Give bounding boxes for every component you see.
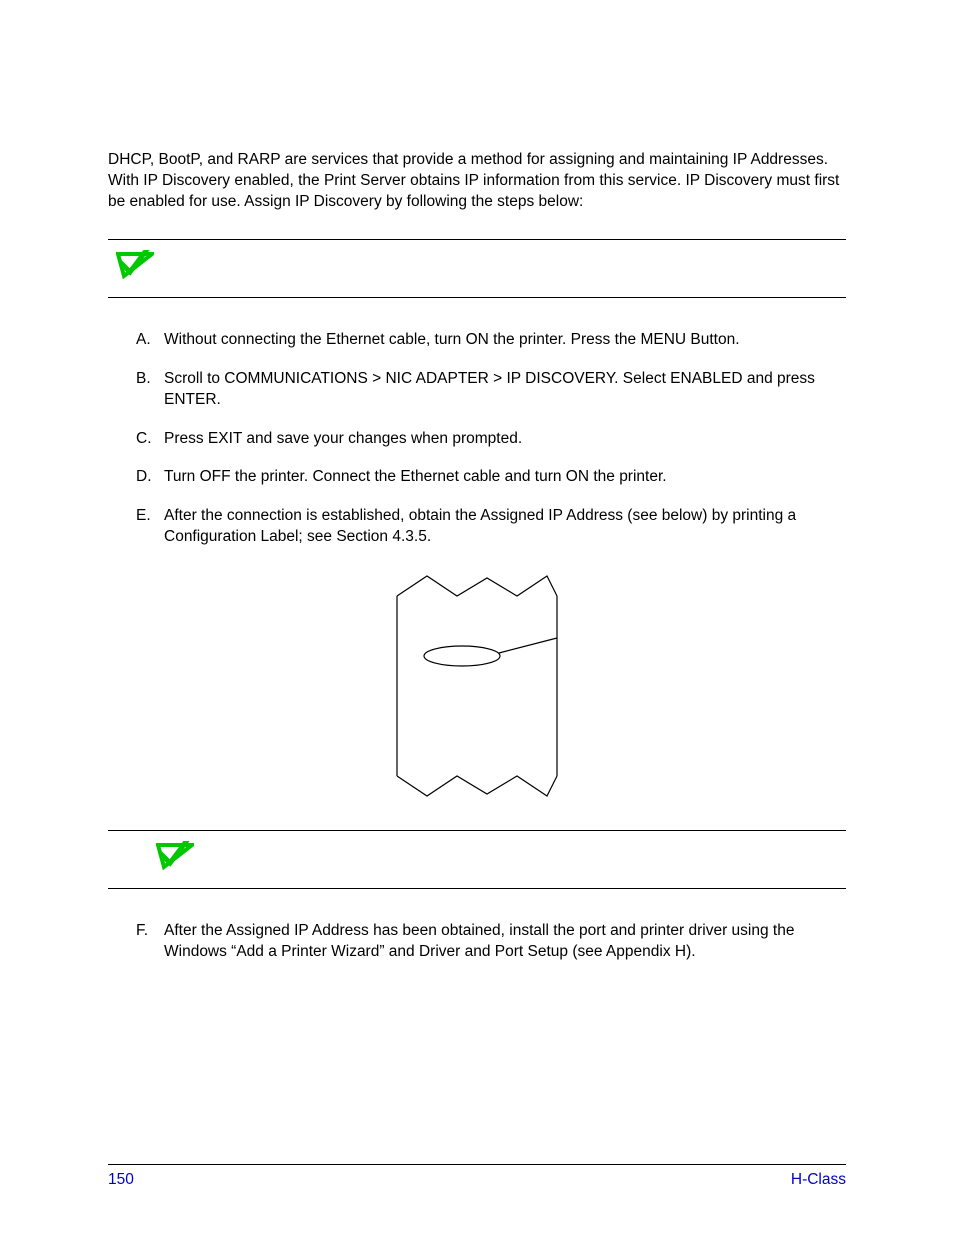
steps-list-bottom: F. After the Assigned IP Address has bee… <box>108 921 846 963</box>
configuration-label-illustration <box>387 566 567 806</box>
page: DHCP, BootP, and RARP are services that … <box>0 0 954 1235</box>
step-f: F. After the Assigned IP Address has bee… <box>136 921 846 963</box>
step-letter: C. <box>136 429 164 450</box>
step-text: After the connection is established, obt… <box>164 506 846 548</box>
step-e: E. After the connection is established, … <box>136 506 846 548</box>
step-d: D. Turn OFF the printer. Connect the Eth… <box>136 467 846 488</box>
steps-list-top: A. Without connecting the Ethernet cable… <box>108 330 846 548</box>
step-a: A. Without connecting the Ethernet cable… <box>136 330 846 351</box>
step-text: Without connecting the Ethernet cable, t… <box>164 330 846 351</box>
step-c: C. Press EXIT and save your changes when… <box>136 429 846 450</box>
checkmark-icon <box>156 841 194 871</box>
step-letter: D. <box>136 467 164 488</box>
step-letter: F. <box>136 921 164 942</box>
step-text: Turn OFF the printer. Connect the Ethern… <box>164 467 846 488</box>
step-b: B. Scroll to COMMUNICATIONS > NIC ADAPTE… <box>136 369 846 411</box>
model-name: H-Class <box>791 1171 846 1189</box>
intro-paragraph: DHCP, BootP, and RARP are services that … <box>108 150 846 213</box>
step-letter: B. <box>136 369 164 390</box>
note-block-top <box>108 239 846 298</box>
step-text: Press EXIT and save your changes when pr… <box>164 429 846 450</box>
step-letter: E. <box>136 506 164 527</box>
note-block-bottom <box>108 830 846 889</box>
step-text: After the Assigned IP Address has been o… <box>164 921 846 963</box>
step-text: Scroll to COMMUNICATIONS > NIC ADAPTER >… <box>164 369 846 411</box>
page-footer: 150 H-Class <box>108 1164 846 1189</box>
page-number: 150 <box>108 1171 134 1189</box>
step-letter: A. <box>136 330 164 351</box>
checkmark-icon <box>116 250 154 280</box>
